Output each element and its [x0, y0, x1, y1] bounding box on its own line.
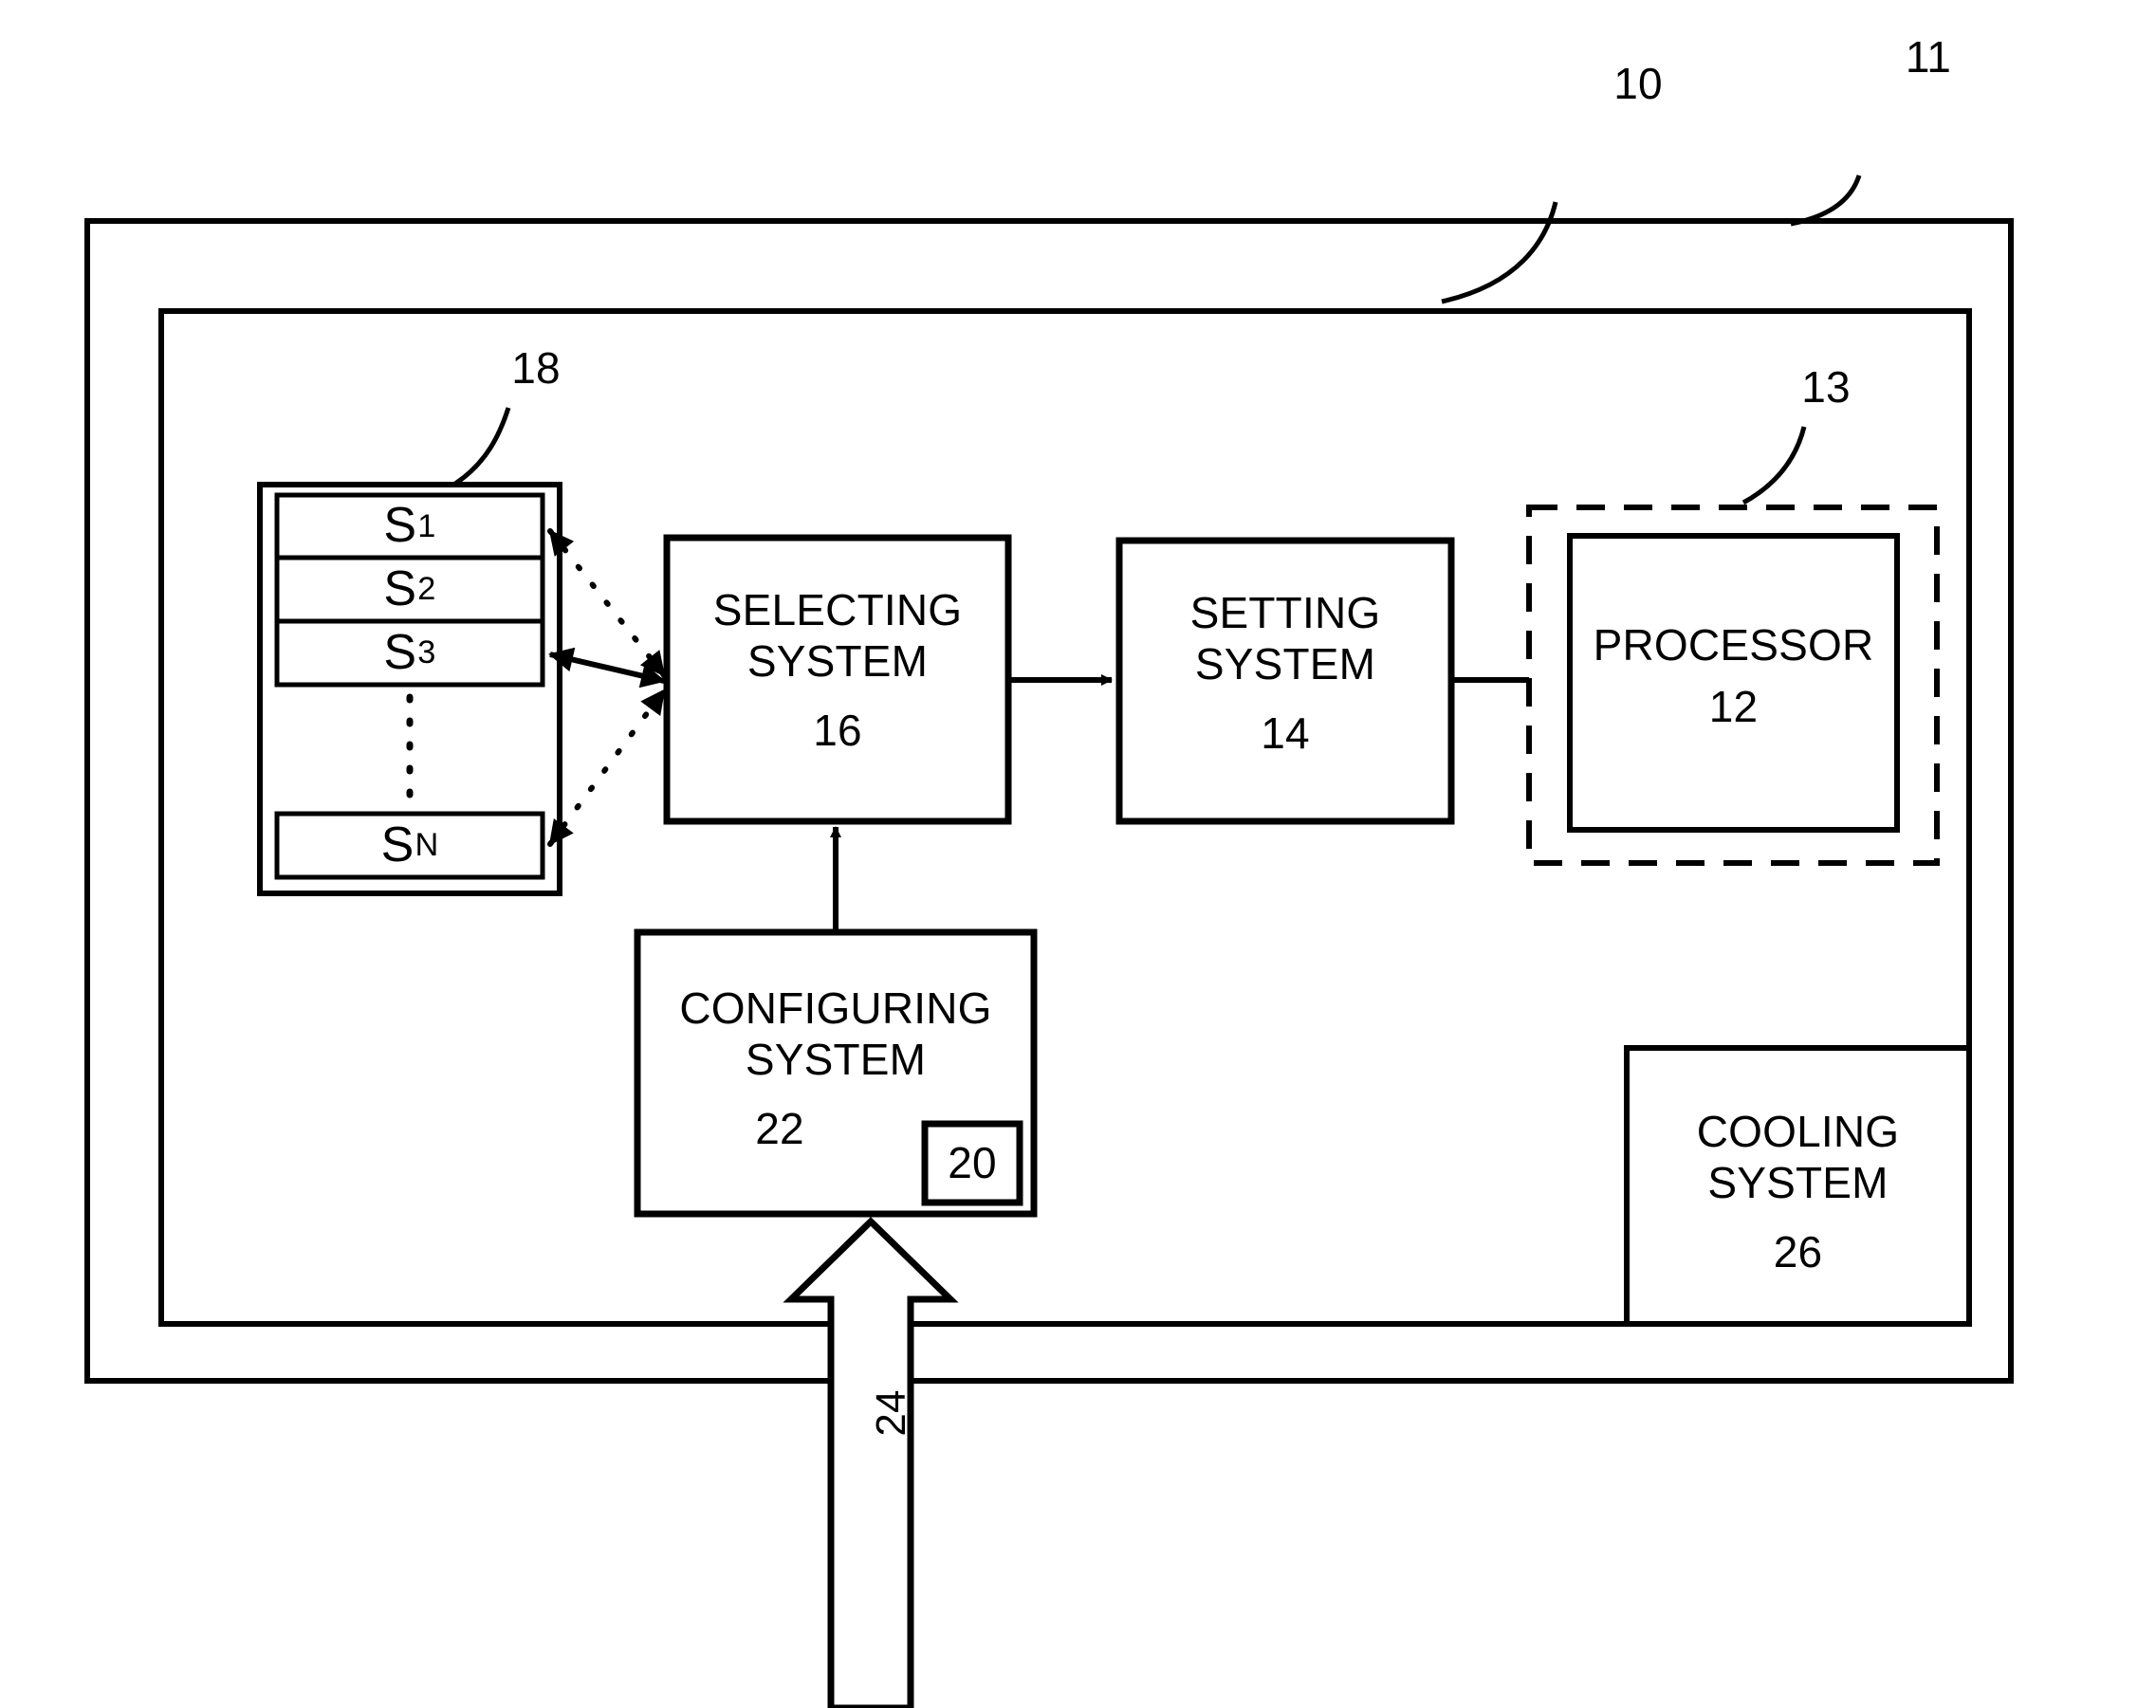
- connector-state3-selecting: [548, 647, 666, 689]
- configuring-badge-number: 20: [948, 1138, 997, 1188]
- state-base-n: S: [380, 817, 415, 872]
- cooling-system-number: 26: [1773, 1226, 1823, 1276]
- setting-system-number: 14: [1261, 707, 1310, 758]
- leader-line-18: [453, 407, 511, 487]
- configuring-system-title: CONFIGURING SYSTEM: [679, 983, 992, 1084]
- processor-number: 12: [1708, 681, 1759, 731]
- ref-label-24: 24: [868, 1389, 915, 1437]
- state-label-2: S2: [277, 558, 543, 621]
- state-index-1: 1: [417, 507, 436, 544]
- ref-label-11: 11: [1905, 31, 1952, 82]
- state-index-n: N: [415, 827, 439, 864]
- cooling-system-title: COOLING SYSTEM: [1696, 1106, 1900, 1207]
- state-base-2: S: [383, 560, 417, 616]
- leader-line-13: [1741, 426, 1807, 505]
- leader-line-11: [1790, 174, 1862, 227]
- selecting-system-number: 16: [813, 705, 862, 755]
- ref-label-18: 18: [511, 342, 561, 393]
- configuring-system-number: 22: [755, 1103, 804, 1153]
- processor-title: PROCESSOR: [1593, 619, 1874, 670]
- state-label-3: S3: [277, 621, 543, 685]
- connector-state1-selecting: [547, 528, 667, 678]
- connector-stateN-selecting: [547, 688, 667, 847]
- state-base-3: S: [383, 624, 417, 680]
- state-index-3: 3: [417, 634, 436, 671]
- ref-label-10: 10: [1613, 58, 1663, 108]
- state-label-n: SN: [277, 814, 543, 877]
- state-base-1: S: [383, 498, 417, 554]
- state-label-1: S1: [277, 495, 543, 558]
- selecting-system-title: SELECTING SYSTEM: [712, 584, 963, 686]
- patent-figure: 10 11 18 13 S1 S2 S3 SN SELECTING SYSTEM…: [0, 0, 2156, 1708]
- ref-label-13: 13: [1801, 361, 1851, 412]
- state-index-2: 2: [417, 571, 436, 608]
- leader-line-10: [1441, 201, 1558, 304]
- setting-system-title: SETTING SYSTEM: [1189, 587, 1381, 689]
